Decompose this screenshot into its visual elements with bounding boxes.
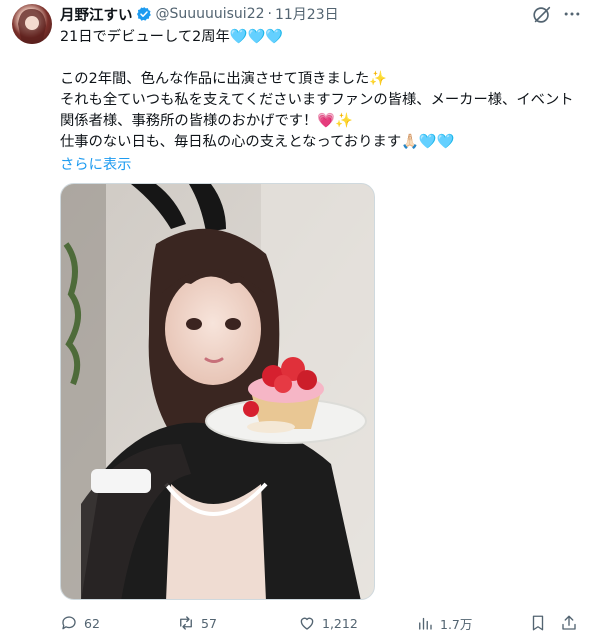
like-count: 1,212 <box>322 615 358 631</box>
author-name[interactable]: 月野江すい <box>60 4 133 25</box>
reply-icon <box>62 616 76 630</box>
repost-button[interactable]: 57 <box>177 608 217 638</box>
more-icon[interactable] <box>562 4 582 24</box>
grok-icon[interactable] <box>531 4 553 26</box>
repost-count: 57 <box>201 615 217 631</box>
bookmark-button[interactable] <box>529 608 553 638</box>
share-icon <box>562 615 576 630</box>
show-more-link[interactable]: さらに表示 <box>60 153 131 174</box>
views-button[interactable]: 1.7万 <box>416 608 472 638</box>
photo-illustration <box>61 184 374 599</box>
post-header: 月野江すい @Suuuuuisui22 · 11月23日 <box>60 4 339 24</box>
post-text: 21日でデビューして2周年🩵🩵🩵 この2年間、色んな作品に出演させて頂きました✨… <box>60 29 574 150</box>
share-button[interactable] <box>560 608 584 638</box>
like-icon <box>300 617 314 630</box>
avatar[interactable] <box>12 4 52 44</box>
verified-badge-icon <box>136 7 151 21</box>
repost-icon <box>180 616 192 630</box>
post-date[interactable]: 11月23日 <box>275 4 339 24</box>
reply-button[interactable]: 62 <box>60 608 100 638</box>
separator-dot: · <box>267 6 272 22</box>
like-button[interactable]: 1,212 <box>298 608 358 638</box>
author-handle[interactable]: @Suuuuuisui22 <box>156 6 265 22</box>
views-icon <box>419 617 432 630</box>
reply-count: 62 <box>84 615 100 631</box>
post-image[interactable] <box>60 183 375 600</box>
post-actions: 62 57 1,212 1.7万 <box>60 608 580 638</box>
views-count: 1.7万 <box>440 616 473 632</box>
bookmark-icon <box>532 615 544 631</box>
